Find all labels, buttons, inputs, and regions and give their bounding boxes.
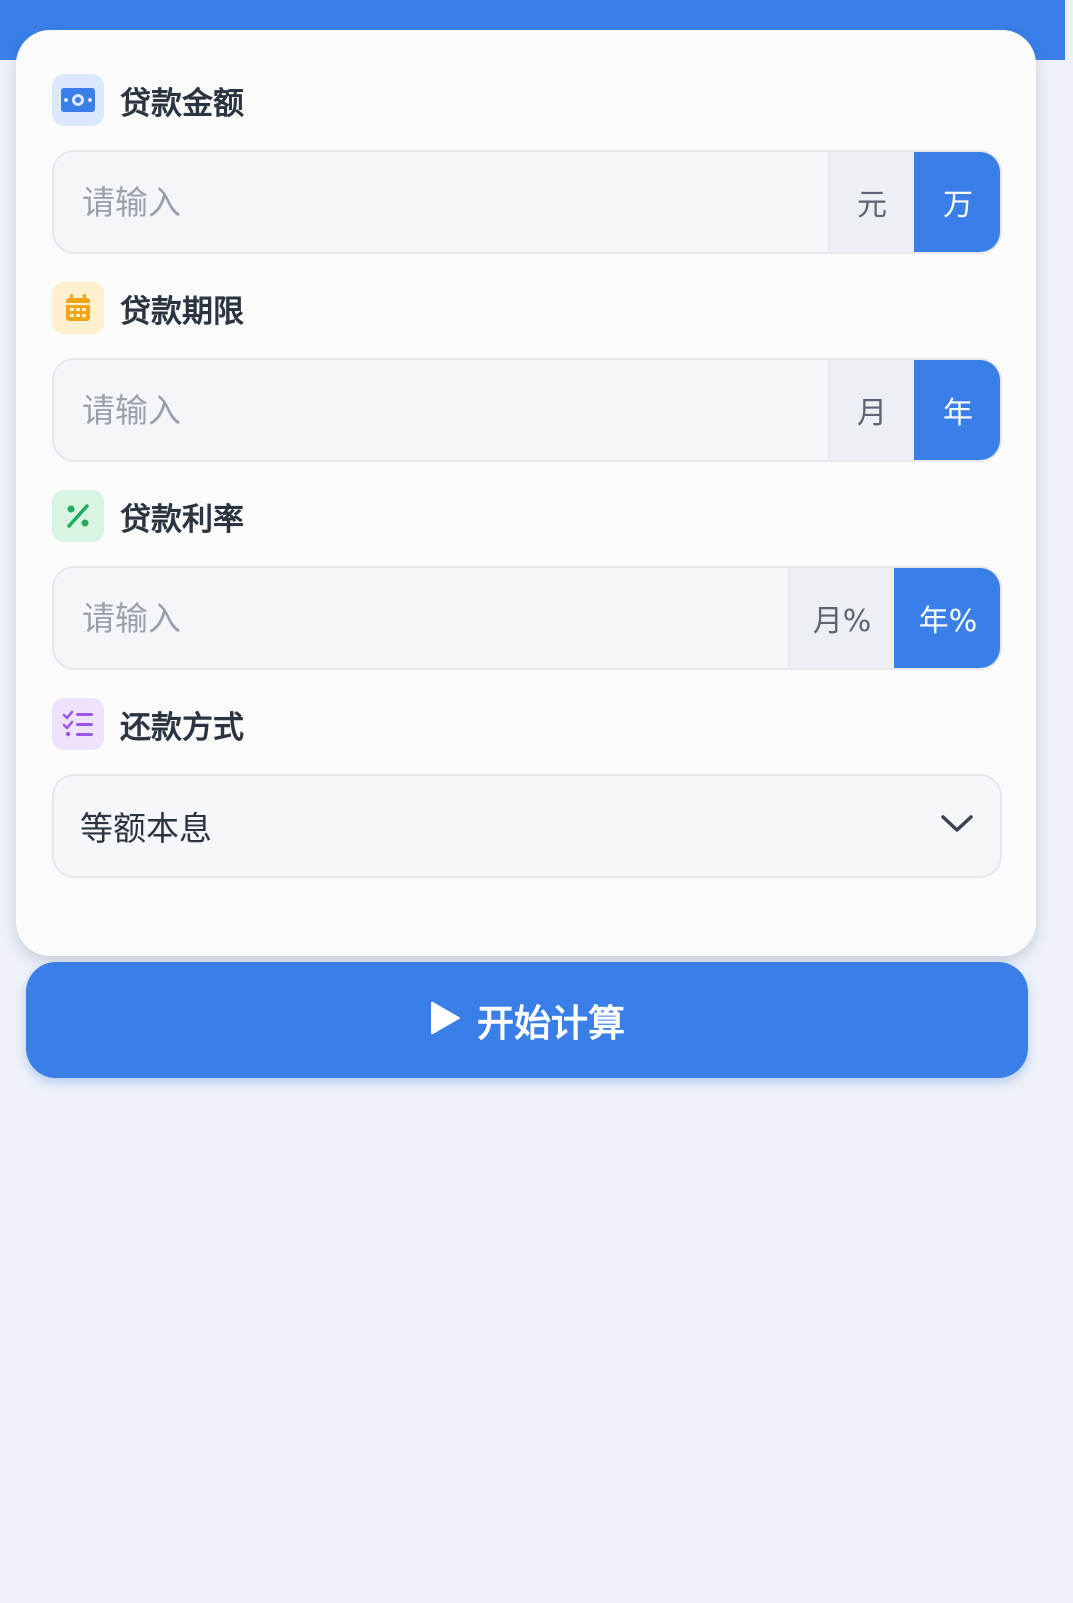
loan-term-title: 贷款期限 [52, 280, 1002, 336]
unit-year-button[interactable]: 年 [914, 360, 1000, 460]
loan-term-label: 贷款期限 [120, 293, 244, 330]
start-calculation-button[interactable]: 开始计算 [26, 962, 1028, 1078]
chevron-down-icon [940, 813, 974, 839]
loan-amount-section: 贷款金额 元 万 [52, 72, 1002, 254]
loan-term-input-group: 月 年 [52, 358, 1002, 462]
repayment-method-title: 还款方式 [52, 696, 1002, 752]
loan-amount-input[interactable] [54, 152, 828, 252]
interest-rate-input-group: 月% 年% [52, 566, 1002, 670]
list-check-icon [52, 698, 104, 750]
unit-yuan-button[interactable]: 元 [828, 152, 914, 252]
interest-rate-title: 贷款利率 [52, 488, 1002, 544]
repayment-method-label: 还款方式 [120, 709, 244, 746]
loan-calculator-page: 贷款金额 元 万 [0, 0, 1073, 1603]
repayment-method-select[interactable]: 等额本息 [52, 774, 1002, 878]
interest-rate-section: 贷款利率 月% 年% [52, 488, 1002, 670]
interest-rate-input[interactable] [54, 568, 788, 668]
loan-term-section: 贷款期限 月 年 [52, 280, 1002, 462]
money-bill-icon [52, 74, 104, 126]
loan-amount-title: 贷款金额 [52, 72, 1002, 128]
start-calculation-label: 开始计算 [477, 1002, 625, 1045]
calendar-icon [52, 282, 104, 334]
interest-rate-label: 贷款利率 [120, 501, 244, 538]
repayment-method-value: 等额本息 [80, 809, 212, 848]
loan-amount-input-group: 元 万 [52, 150, 1002, 254]
unit-wan-button[interactable]: 万 [914, 152, 1000, 252]
repayment-method-section: 还款方式 等额本息 [52, 696, 1002, 878]
unit-month-button[interactable]: 月 [828, 360, 914, 460]
loan-amount-label: 贷款金额 [120, 85, 244, 122]
play-icon [429, 999, 461, 1041]
percent-icon [52, 490, 104, 542]
unit-monthly-percent-button[interactable]: 月% [788, 568, 894, 668]
loan-term-input[interactable] [54, 360, 828, 460]
form-card: 贷款金额 元 万 [16, 30, 1036, 956]
unit-yearly-percent-button[interactable]: 年% [894, 568, 1000, 668]
